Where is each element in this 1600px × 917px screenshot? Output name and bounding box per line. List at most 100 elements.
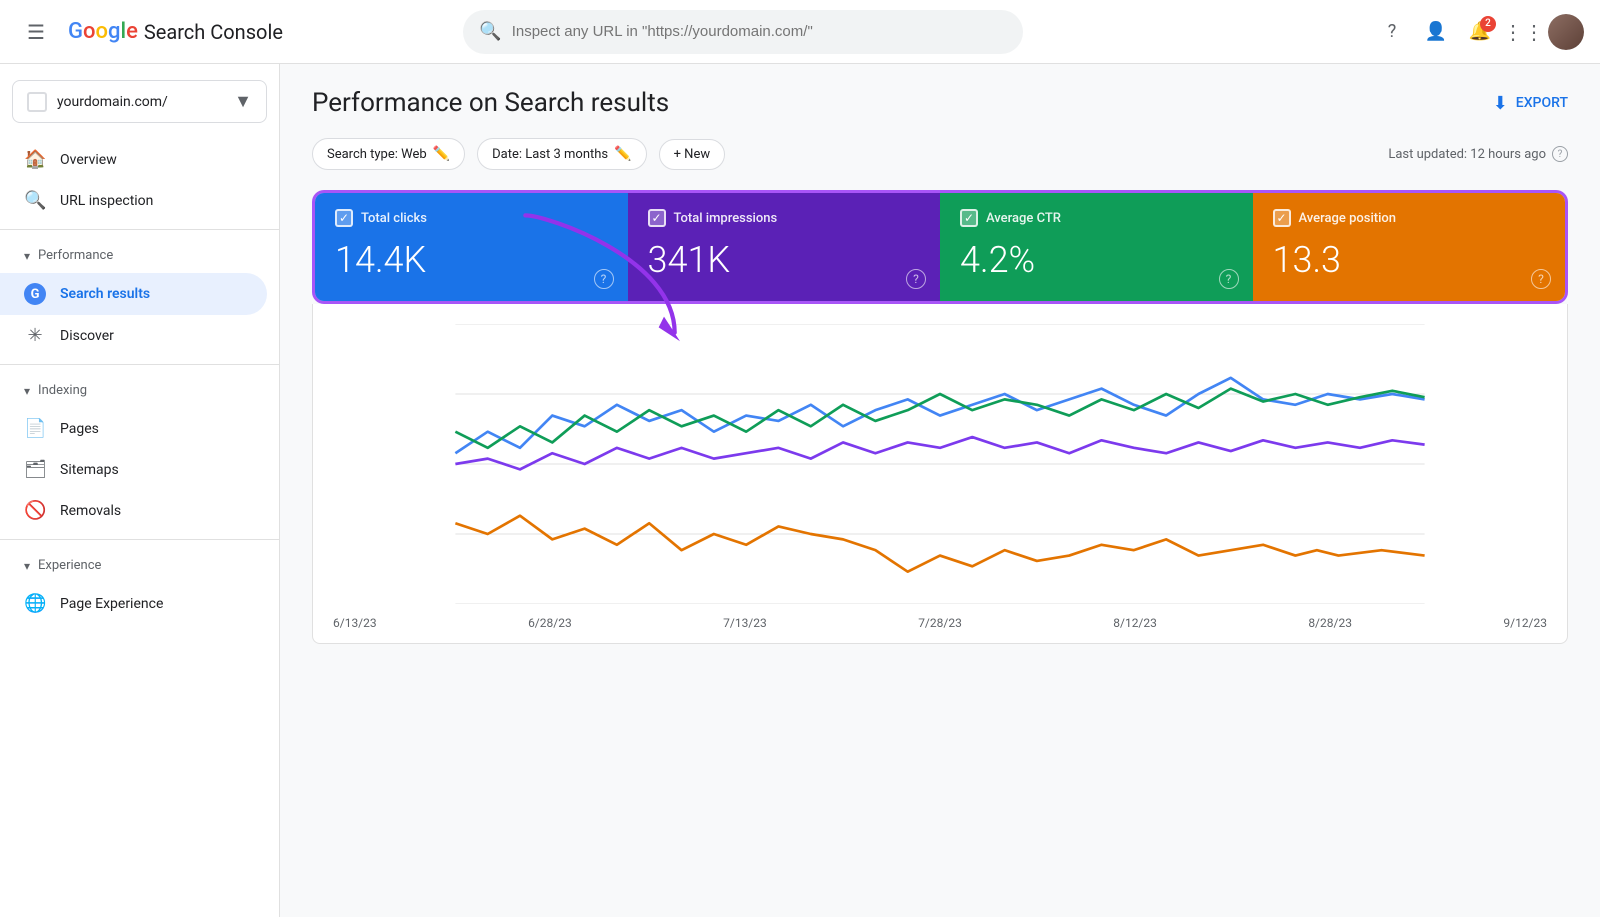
nav-divider-1 [0,229,279,230]
indexing-section-label: Indexing [38,383,87,398]
help-icon-button[interactable]: ? [1372,12,1412,52]
x-label-7: 9/12/23 [1503,616,1547,630]
sidebar-item-search-results[interactable]: G Search results [0,273,267,315]
total-impressions-checkbox[interactable]: ✓ [648,209,666,227]
last-updated-text: Last updated: 12 hours ago [1388,147,1546,162]
page-title: Performance on Search results [312,88,669,118]
average-ctr-help[interactable]: ? [1219,269,1239,289]
search-icon: 🔍 [24,190,46,211]
domain-dropdown-arrow: ▼ [234,91,252,112]
sitemaps-icon: 🗂 [24,459,46,480]
new-filter-label: + New [674,147,711,162]
date-label: Date: Last 3 months [492,147,608,162]
x-label-5: 8/12/23 [1113,616,1157,630]
sidebar-item-url-inspection[interactable]: 🔍 URL inspection [0,180,267,221]
notification-badge: 2 [1480,16,1496,32]
total-impressions-checkbox-row: ✓ Total impressions [648,209,921,227]
download-icon: ⬇ [1493,93,1508,114]
average-ctr-label: Average CTR [986,211,1061,226]
new-filter-button[interactable]: + New [659,139,726,170]
experience-section-header[interactable]: ▾ Experience [0,548,279,583]
metrics-cards-wrapper: ✓ Total clicks 14.4K ? ✓ Total impressio… [312,190,1568,304]
total-clicks-card[interactable]: ✓ Total clicks 14.4K ? [315,193,628,301]
x-axis-labels: 6/13/23 6/28/23 7/13/23 7/28/23 8/12/23 … [333,608,1547,630]
account-icon-button[interactable]: 👤 [1416,12,1456,52]
total-clicks-help[interactable]: ? [594,269,614,289]
average-position-checkbox[interactable]: ✓ [1273,209,1291,227]
search-type-filter[interactable]: Search type: Web ✏️ [312,138,465,170]
sitemaps-label: Sitemaps [60,462,119,478]
average-ctr-card[interactable]: ✓ Average CTR 4.2% ? [940,193,1253,301]
people-icon: 👤 [1425,21,1447,42]
removals-label: Removals [60,503,121,519]
overview-label: Overview [60,152,117,168]
export-label: EXPORT [1516,95,1568,111]
indexing-chevron: ▾ [24,384,30,398]
search-type-label: Search type: Web [327,147,427,162]
date-filter[interactable]: Date: Last 3 months ✏️ [477,138,646,170]
sidebar: yourdomain.com/ ▼ 🏠 Overview 🔍 URL inspe… [0,64,280,917]
total-impressions-label: Total impressions [674,211,778,226]
google-g-icon: G [24,283,46,305]
performance-section-header[interactable]: ▾ Performance [0,238,279,273]
position-line [455,516,1424,572]
total-clicks-label: Total clicks [361,211,427,226]
pages-icon: 📄 [24,418,46,439]
edit-search-type-icon: ✏️ [433,146,450,162]
x-label-6: 8/28/23 [1308,616,1352,630]
edit-date-icon: ✏️ [614,146,631,162]
performance-chart: 6/13/23 6/28/23 7/13/23 7/28/23 8/12/23 … [312,304,1568,644]
home-icon: 🏠 [24,149,46,170]
average-position-card[interactable]: ✓ Average position 13.3 ? [1253,193,1566,301]
page-experience-icon: 🌐 [24,593,46,614]
experience-chevron: ▾ [24,559,30,573]
sidebar-item-sitemaps[interactable]: 🗂 Sitemaps [0,449,267,490]
header-actions: ? 👤 🔔 2 ⋮⋮ [1372,12,1584,52]
domain-label: yourdomain.com/ [57,94,224,110]
average-ctr-checkbox-row: ✓ Average CTR [960,209,1233,227]
average-position-checkbox-row: ✓ Average position [1273,209,1546,227]
app-logo: Google Search Console [68,19,283,44]
app-title: Search Console [144,20,283,44]
domain-favicon [27,92,47,112]
apps-grid-icon: ⋮⋮ [1503,20,1545,44]
x-label-1: 6/13/23 [333,616,377,630]
total-clicks-checkbox[interactable]: ✓ [335,209,353,227]
app-header: ☰ Google Search Console 🔍 ? 👤 🔔 2 ⋮⋮ [0,0,1600,64]
indexing-section-header[interactable]: ▾ Indexing [0,373,279,408]
average-position-help[interactable]: ? [1531,269,1551,289]
page-experience-label: Page Experience [60,596,163,612]
search-results-label: Search results [60,286,150,302]
average-position-label: Average position [1299,211,1397,226]
impressions-line [455,389,1424,448]
notification-button[interactable]: 🔔 2 [1460,12,1500,52]
url-search-input[interactable] [512,23,1008,40]
x-label-4: 7/28/23 [918,616,962,630]
sidebar-item-overview[interactable]: 🏠 Overview [0,139,267,180]
url-search-bar[interactable]: 🔍 [463,10,1023,54]
avatar-image [1548,14,1584,50]
help-icon: ? [1388,21,1397,42]
average-ctr-value: 4.2% [960,239,1233,281]
sidebar-item-pages[interactable]: 📄 Pages [0,408,267,449]
total-impressions-card[interactable]: ✓ Total impressions 341K ? [628,193,941,301]
domain-selector[interactable]: yourdomain.com/ ▼ [12,80,267,123]
apps-icon-button[interactable]: ⋮⋮ [1504,12,1544,52]
main-layout: yourdomain.com/ ▼ 🏠 Overview 🔍 URL inspe… [0,64,1600,917]
performance-section-label: Performance [38,248,113,263]
total-clicks-checkbox-row: ✓ Total clicks [335,209,608,227]
average-ctr-checkbox[interactable]: ✓ [960,209,978,227]
total-impressions-value: 341K [648,239,921,281]
total-impressions-help[interactable]: ? [906,269,926,289]
nav-divider-3 [0,539,279,540]
sidebar-item-page-experience[interactable]: 🌐 Page Experience [0,583,267,624]
performance-chevron: ▾ [24,249,30,263]
sidebar-item-removals[interactable]: 🚫 Removals [0,490,267,531]
sidebar-item-discover[interactable]: ✳ Discover [0,315,267,356]
last-updated-info: Last updated: 12 hours ago ? [1388,146,1568,162]
export-button[interactable]: ⬇ EXPORT [1493,93,1568,114]
search-icon: 🔍 [479,21,501,42]
hamburger-menu[interactable]: ☰ [16,12,56,52]
page-header: Performance on Search results ⬇ EXPORT [312,88,1568,118]
user-avatar[interactable] [1548,14,1584,50]
